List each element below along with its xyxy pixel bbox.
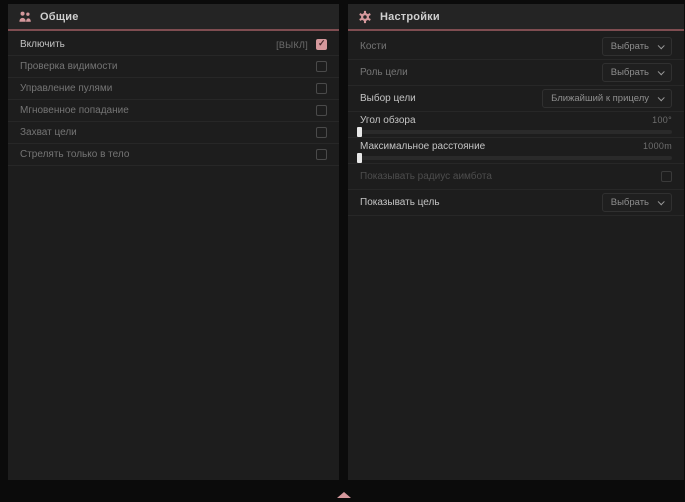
show-aimbot-radius-checkbox[interactable] [661,171,672,182]
target-role-dropdown[interactable]: Выбрать [602,63,672,82]
chevron-down-icon [658,42,665,49]
max-distance-value: 1000m [643,141,672,151]
show-target-dropdown[interactable]: Выбрать [602,193,672,212]
gear-icon [358,10,372,24]
row-target-selection-label: Выбор цели [360,93,416,104]
target-selection-dropdown[interactable]: Ближайший к прицелу [542,89,672,108]
show-target-dropdown-value: Выбрать [611,197,649,208]
max-distance-slider-handle[interactable] [357,153,362,163]
body-only-checkbox[interactable] [316,149,327,160]
fov-slider[interactable] [360,130,672,134]
target-lock-checkbox[interactable] [316,127,327,138]
row-enable: Включить [ВЫКЛ] [8,34,339,56]
panel-settings-title: Настройки [380,11,440,23]
people-icon [18,10,32,24]
row-show-aimbot-radius-label: Показывать радиус аимбота [360,171,492,182]
target-role-dropdown-value: Выбрать [611,67,649,78]
row-bones: Кости Выбрать [348,34,684,60]
row-bullet-control-label: Управление пулями [20,83,112,94]
row-visibility-check: Проверка видимости [8,56,339,78]
instant-hit-checkbox[interactable] [316,105,327,116]
panel-settings: Настройки Кости Выбрать Роль цели Выбрат… [348,4,684,480]
row-max-distance-label: Максимальное расстояние [360,141,485,152]
general-rows: Включить [ВЫКЛ] Проверка видимости Управ… [8,31,339,166]
row-bullet-control: Управление пулями [8,78,339,100]
visibility-check-checkbox[interactable] [316,61,327,72]
row-target-role: Роль цели Выбрать [348,60,684,86]
enable-checkbox[interactable] [316,39,327,50]
row-target-selection: Выбор цели Ближайший к прицелу [348,86,684,112]
panel-general: Общие Включить [ВЫКЛ] Проверка видимости… [8,4,339,480]
row-bones-label: Кости [360,41,387,52]
row-instant-hit: Мгновенное попадание [8,100,339,122]
row-fov: Угол обзора 100° [348,112,684,138]
row-body-only-label: Стрелять только в тело [20,149,129,160]
row-show-aimbot-radius: Показывать радиус аимбота [348,164,684,190]
row-target-lock-label: Захват цели [20,127,77,138]
row-show-target: Показывать цель Выбрать [348,190,684,216]
hotkey-badge: [ВЫКЛ] [276,40,308,50]
expand-indicator-icon[interactable] [337,492,351,498]
bones-dropdown[interactable]: Выбрать [602,37,672,56]
row-show-target-label: Показывать цель [360,197,440,208]
row-visibility-check-label: Проверка видимости [20,61,118,72]
target-selection-dropdown-value: Ближайший к прицелу [551,93,649,104]
row-instant-hit-label: Мгновенное попадание [20,105,129,116]
chevron-down-icon [658,68,665,75]
bullet-control-checkbox[interactable] [316,83,327,94]
row-target-role-label: Роль цели [360,67,408,78]
row-target-lock: Захват цели [8,122,339,144]
settings-rows: Кости Выбрать Роль цели Выбрать Выбор це… [348,31,684,216]
row-enable-label: Включить [20,39,65,50]
row-fov-label: Угол обзора [360,115,416,126]
fov-slider-handle[interactable] [357,127,362,137]
panel-general-header: Общие [8,4,339,31]
fov-value: 100° [652,115,672,125]
panel-general-title: Общие [40,11,79,23]
chevron-down-icon [658,94,665,101]
max-distance-slider[interactable] [360,156,672,160]
panel-settings-header: Настройки [348,4,684,31]
row-max-distance: Максимальное расстояние 1000m [348,138,684,164]
chevron-down-icon [658,198,665,205]
bones-dropdown-value: Выбрать [611,41,649,52]
row-body-only: Стрелять только в тело [8,144,339,166]
